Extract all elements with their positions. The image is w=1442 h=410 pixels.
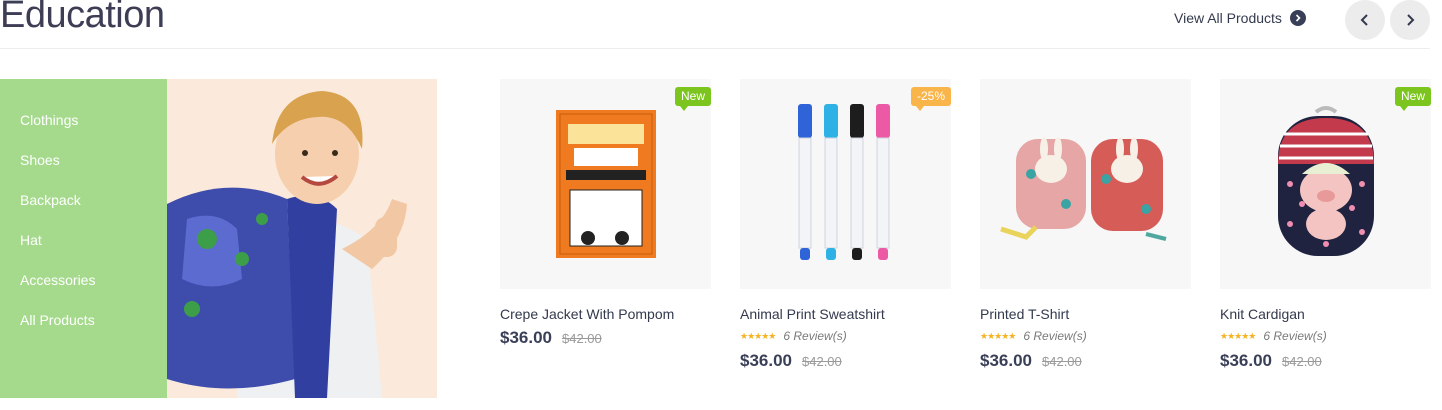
price-row: $36.00 $42.00 (1220, 351, 1431, 371)
rating-row: ★★★★★ 6 Review(s) (740, 329, 951, 343)
sidebar-item-hat[interactable]: Hat (0, 229, 167, 269)
section-title: Education (0, 0, 165, 36)
boy-with-backpack-illustration (167, 91, 407, 398)
markers-icon (797, 104, 890, 260)
promo-banner-image[interactable] (167, 79, 437, 398)
product-old-price: $42.00 (802, 354, 842, 369)
chevron-left-icon (1360, 14, 1368, 26)
new-badge: New (674, 87, 711, 111)
chevron-right-icon (1407, 14, 1415, 26)
product-image[interactable]: New (500, 79, 711, 289)
product-price: $36.00 (1220, 351, 1272, 370)
sidebar-item-clothings[interactable]: Clothings (0, 109, 167, 149)
product-card: Printed T-Shirt ★★★★★ 6 Review(s) $36.00… (980, 79, 1191, 371)
product-name[interactable]: Crepe Jacket With Pompom (500, 306, 711, 322)
price-row: $36.00 $42.00 (980, 351, 1191, 371)
product-name[interactable]: Knit Cardigan (1220, 306, 1431, 322)
backpacks-icon (999, 137, 1166, 241)
backpack-icon (1277, 106, 1374, 256)
rating-row: ★★★★★ 6 Review(s) (980, 329, 1191, 343)
view-all-label: View All Products (1174, 10, 1282, 26)
review-count[interactable]: 6 Review(s) (783, 329, 846, 343)
product-card: New Crepe Jacket With Pompom $36.00 $42.… (500, 79, 711, 348)
review-count[interactable]: 6 Review(s) (1263, 329, 1326, 343)
star-rating-icon: ★★★★★ (740, 330, 776, 341)
product-card: New Knit Cardigan ★★★★★ 6 Review(s) $36.… (1220, 79, 1431, 371)
star-rating-icon: ★★★★★ (980, 330, 1016, 341)
carousel-next-button[interactable] (1390, 0, 1430, 40)
price-row: $36.00 $42.00 (740, 351, 951, 371)
product-old-price: $42.00 (1282, 354, 1322, 369)
discount-badge: -25% (910, 87, 951, 111)
product-image[interactable]: -25% (740, 79, 951, 289)
sidebar-item-backpack[interactable]: Backpack (0, 189, 167, 229)
product-price: $36.00 (740, 351, 792, 370)
category-sidebar: Clothings Shoes Backpack Hat Accessories… (0, 79, 167, 398)
chevron-right-circle-icon (1289, 10, 1306, 26)
rating-row: ★★★★★ 6 Review(s) (1220, 329, 1431, 343)
product-image[interactable] (980, 79, 1191, 289)
product-price: $36.00 (980, 351, 1032, 370)
view-all-products-link[interactable]: View All Products (1174, 10, 1306, 26)
product-image[interactable]: New (1220, 79, 1431, 289)
product-price: $36.00 (500, 328, 552, 347)
star-rating-icon: ★★★★★ (1220, 330, 1256, 341)
product-old-price: $42.00 (562, 331, 602, 346)
review-count[interactable]: 6 Review(s) (1023, 329, 1086, 343)
header-divider (0, 48, 1430, 49)
new-badge: New (1394, 87, 1431, 111)
sidebar-item-all-products[interactable]: All Products (0, 309, 167, 349)
sidebar-item-accessories[interactable]: Accessories (0, 269, 167, 309)
price-row: $36.00 $42.00 (500, 328, 711, 348)
sidebar-item-shoes[interactable]: Shoes (0, 149, 167, 189)
product-card: -25% Animal Print Sweatshirt ★★★★★ 6 Rev… (740, 79, 951, 371)
carousel-prev-button[interactable] (1345, 0, 1385, 40)
product-name[interactable]: Printed T-Shirt (980, 306, 1191, 322)
product-old-price: $42.00 (1042, 354, 1082, 369)
product-name[interactable]: Animal Print Sweatshirt (740, 306, 951, 322)
book-icon (555, 110, 656, 258)
